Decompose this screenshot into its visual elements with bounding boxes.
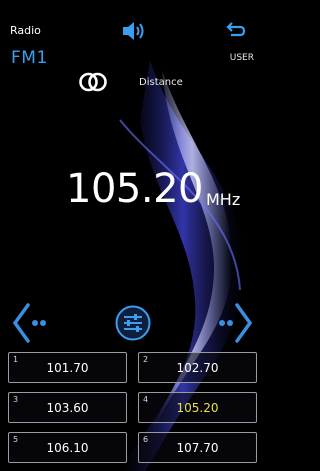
equalizer-icon[interactable] — [115, 305, 151, 341]
preset-5[interactable]: 5 106.10 — [8, 432, 127, 463]
preset-frequency: 106.10 — [46, 441, 89, 455]
app-title: Radio — [10, 24, 41, 37]
back-arrow-icon[interactable] — [225, 21, 247, 41]
frequency-unit: MHz — [206, 190, 241, 209]
preset-frequency: 102.70 — [176, 361, 219, 375]
preset-frequency: 105.20 — [176, 401, 219, 415]
band-label: FM1 — [11, 48, 48, 68]
stereo-icon — [79, 72, 107, 92]
user-label[interactable]: USER — [230, 53, 254, 63]
preset-1[interactable]: 1 101.70 — [8, 352, 127, 383]
preset-2[interactable]: 2 102.70 — [138, 352, 257, 383]
speaker-icon[interactable] — [121, 20, 145, 42]
preset-frequency: 101.70 — [46, 361, 89, 375]
prev-arrow-icon[interactable] — [12, 302, 52, 344]
preset-6[interactable]: 6 107.70 — [138, 432, 257, 463]
distance-label: Distance — [139, 77, 183, 88]
preset-3[interactable]: 3 103.60 — [8, 392, 127, 423]
preset-4[interactable]: 4 105.20 — [138, 392, 257, 423]
frequency-display: 105.20 — [66, 166, 203, 212]
next-arrow-icon[interactable] — [213, 302, 253, 344]
preset-frequency: 107.70 — [176, 441, 219, 455]
preset-frequency: 103.60 — [46, 401, 89, 415]
